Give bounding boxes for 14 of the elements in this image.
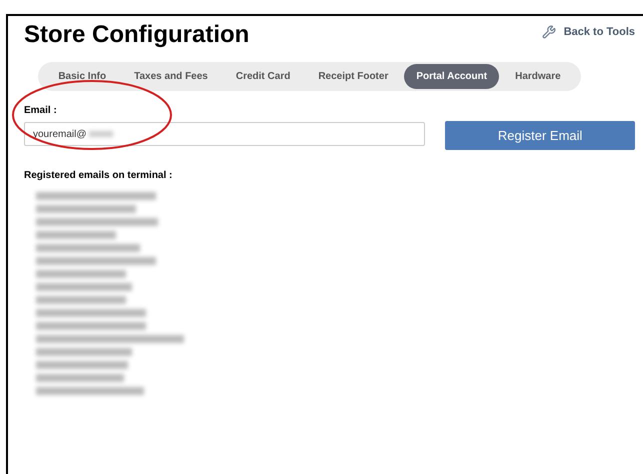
tab[interactable]: Receipt Footer bbox=[306, 64, 400, 89]
back-to-tools-link[interactable]: Back to Tools bbox=[542, 24, 635, 40]
tab[interactable]: Hardware bbox=[503, 64, 573, 89]
tab[interactable]: Credit Card bbox=[224, 64, 302, 89]
email-input[interactable]: youremail@ bbox=[24, 122, 426, 146]
redacted-text bbox=[88, 131, 113, 137]
email-label: Email : bbox=[24, 104, 58, 118]
tab[interactable]: Portal Account bbox=[404, 64, 500, 89]
page-title: Store Configuration bbox=[24, 20, 250, 50]
registered-heading: Registered emails on terminal : bbox=[24, 170, 172, 181]
tab[interactable]: Taxes and Fees bbox=[122, 64, 220, 89]
register-email-button[interactable]: Register Email bbox=[445, 121, 635, 150]
tab[interactable]: Basic Info bbox=[46, 64, 118, 89]
wrench-icon bbox=[542, 25, 556, 40]
